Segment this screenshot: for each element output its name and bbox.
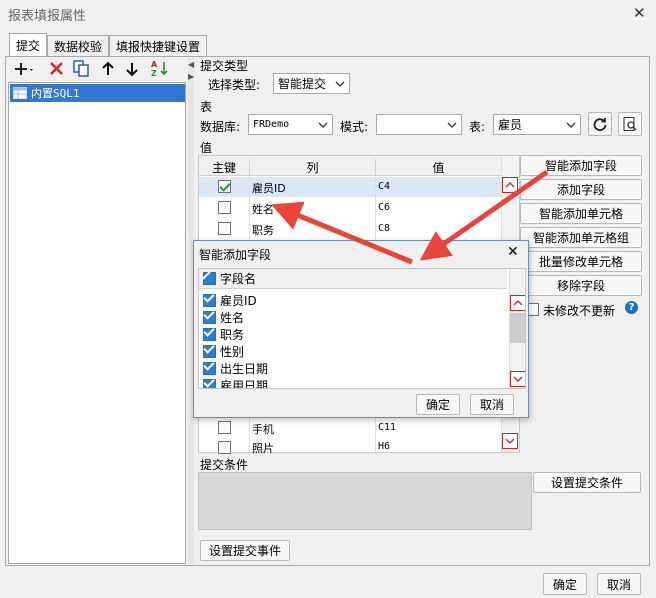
annotation-arrow-to-dialog [419, 169, 549, 261]
annotation-arrow-to-name-column [271, 201, 413, 265]
annotation-arrows [271, 169, 549, 265]
